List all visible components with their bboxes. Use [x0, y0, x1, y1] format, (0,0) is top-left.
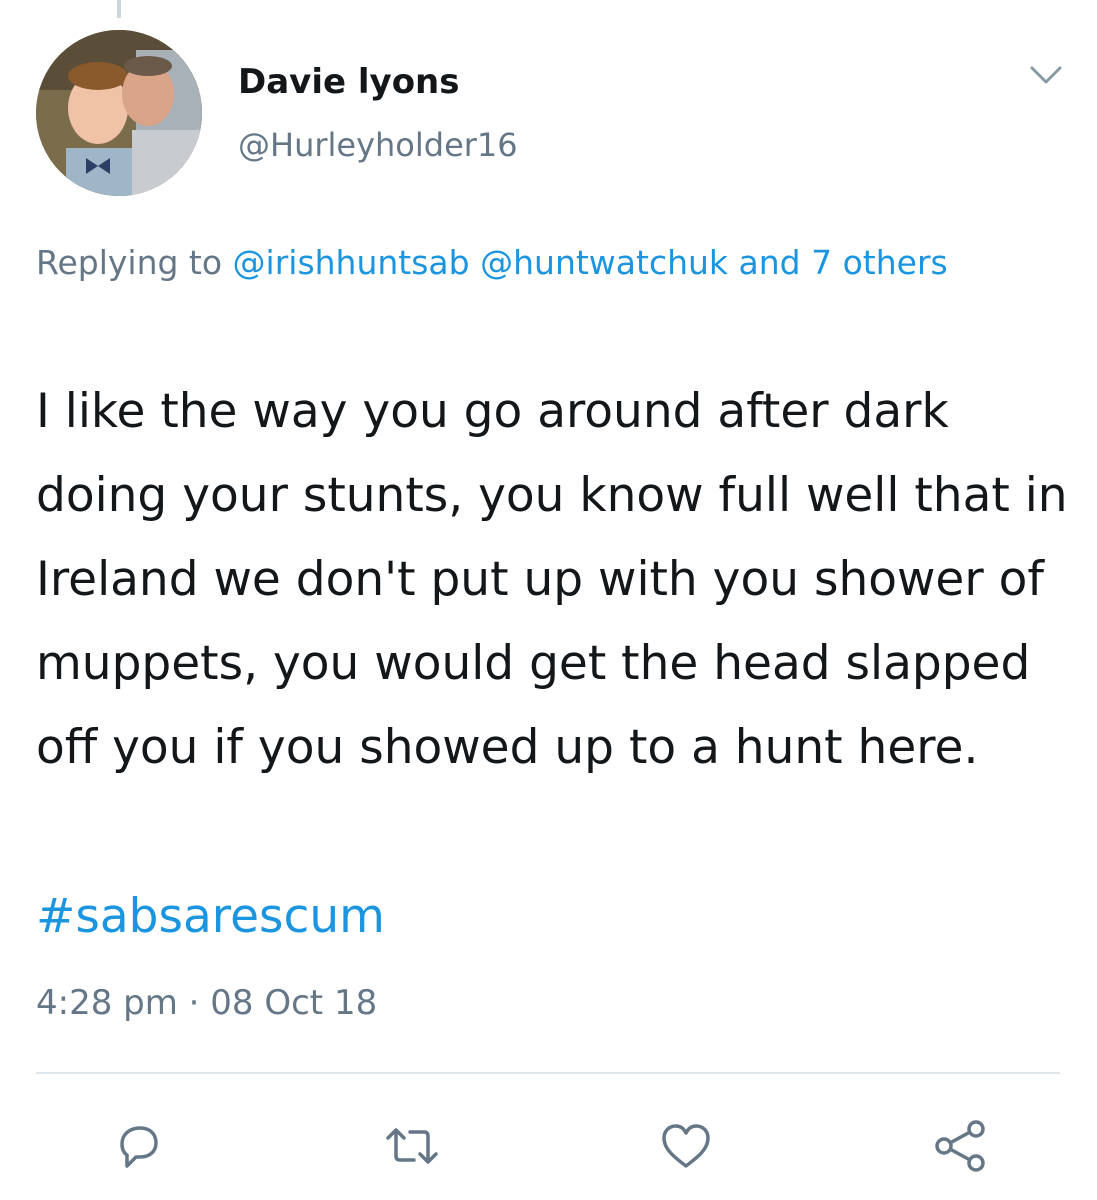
replying-to-line: Replying to @irishhuntsab @huntwatchuk a…: [36, 234, 1036, 292]
heart-icon: [662, 1124, 710, 1168]
share-button[interactable]: [930, 1116, 990, 1176]
divider: [36, 1072, 1060, 1074]
reply-button[interactable]: [108, 1116, 168, 1176]
avatar-photo: [36, 30, 202, 196]
like-button[interactable]: [656, 1116, 716, 1176]
tweet-text: I like the way you go around after dark …: [36, 384, 1068, 775]
replying-to-label: Replying to: [36, 243, 233, 282]
thread-connector-line: [117, 0, 121, 18]
hashtag-link[interactable]: #sabsarescum: [36, 875, 385, 959]
mention-link[interactable]: @huntwatchuk: [480, 243, 728, 282]
author-handle[interactable]: @Hurleyholder16: [238, 126, 518, 164]
others-link[interactable]: and 7 others: [739, 243, 948, 282]
avatar[interactable]: [36, 30, 202, 196]
retweet-button[interactable]: [382, 1116, 442, 1176]
mention-link[interactable]: @irishhuntsab: [233, 243, 470, 282]
reply-icon: [120, 1126, 158, 1168]
chevron-down-icon[interactable]: [1028, 60, 1064, 90]
retweet-icon: [386, 1128, 438, 1164]
author-display-name[interactable]: Davie lyons: [238, 62, 460, 102]
share-icon: [935, 1120, 985, 1172]
tweet-timestamp[interactable]: 4:28 pm · 08 Oct 18: [36, 983, 377, 1023]
